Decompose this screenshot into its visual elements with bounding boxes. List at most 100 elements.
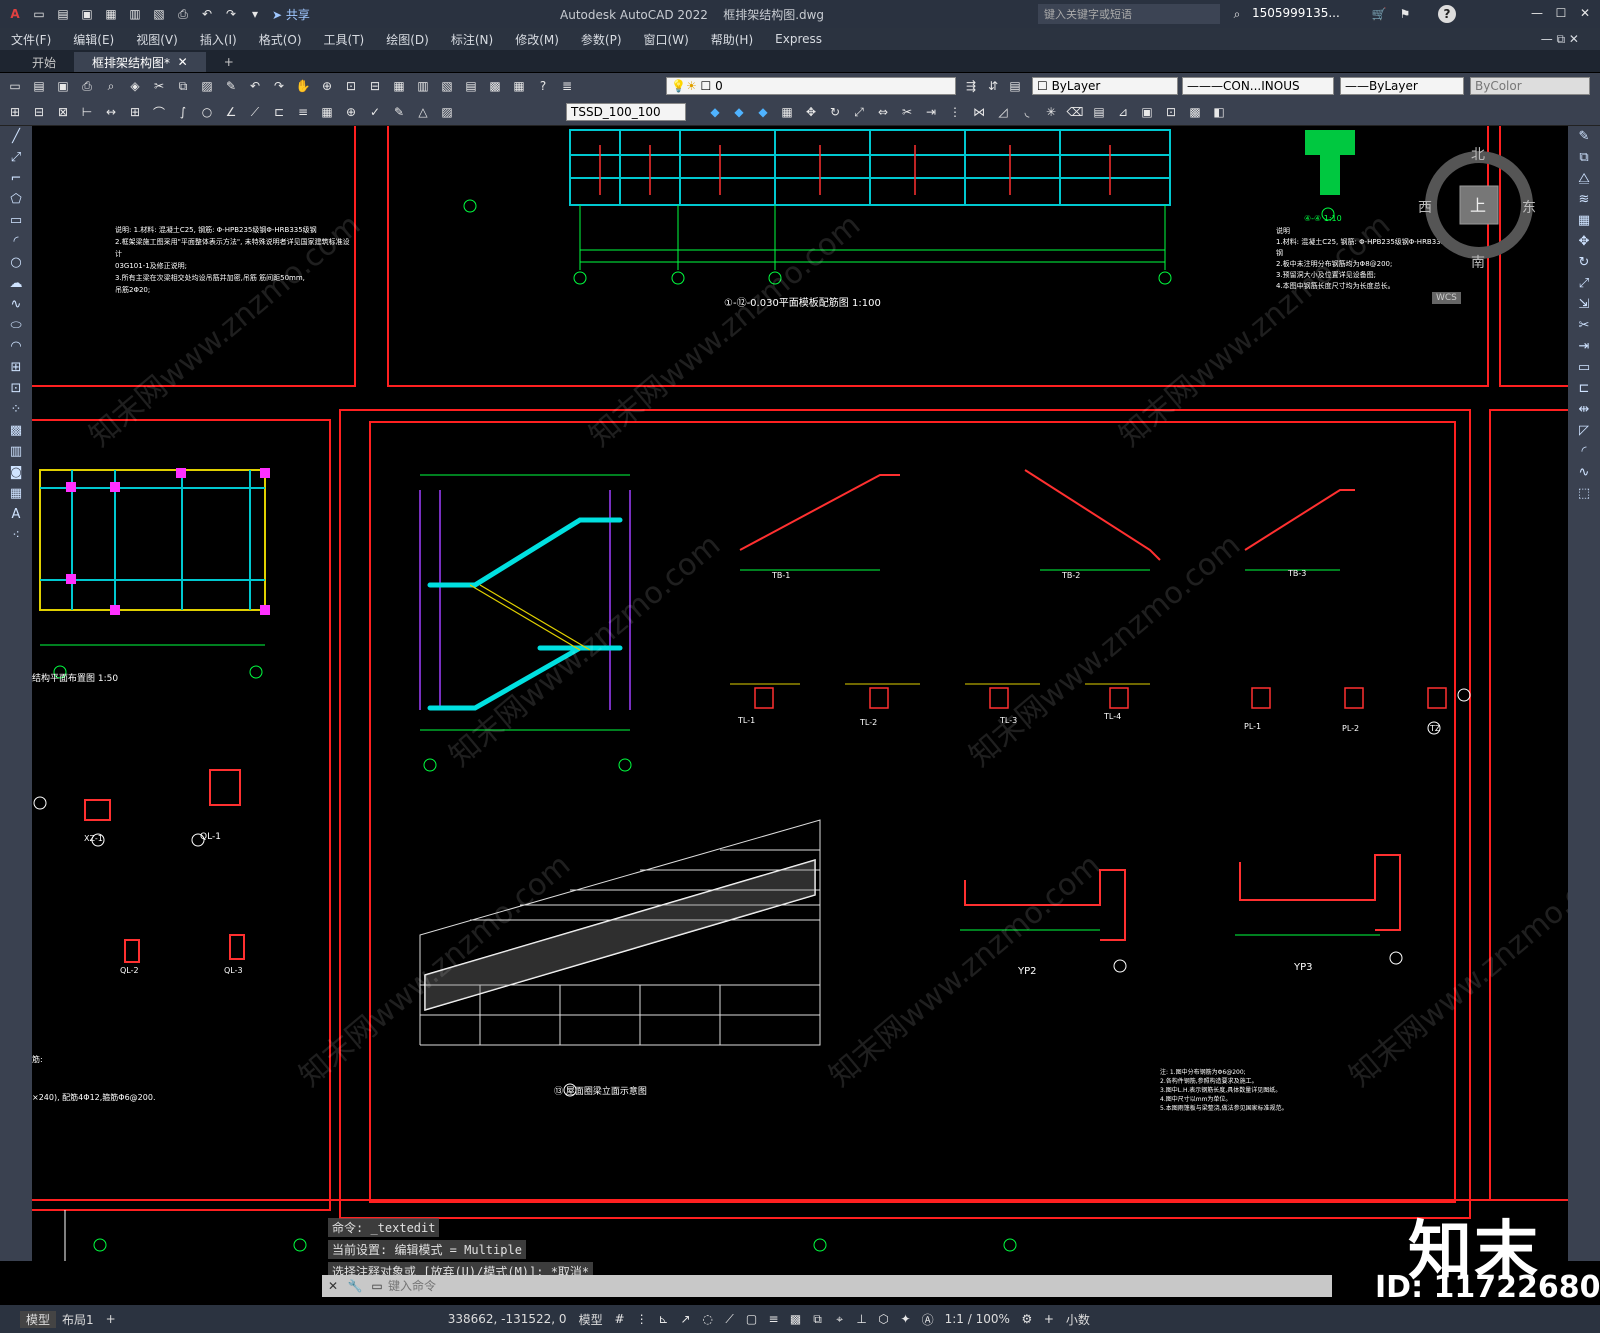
menu-express[interactable]: Express <box>764 32 833 46</box>
break-icon[interactable]: ⋮ <box>946 103 964 121</box>
open-file-icon[interactable]: ▤ <box>54 5 72 23</box>
revcloud-icon[interactable]: ☁ <box>0 273 32 294</box>
lineweight-icon[interactable]: ≡ <box>765 1310 783 1328</box>
explode-icon[interactable]: ⬚ <box>1568 483 1600 504</box>
save-icon[interactable]: ▣ <box>78 5 96 23</box>
undo-icon[interactable]: ↶ <box>198 5 216 23</box>
print-icon[interactable]: ⎙ <box>78 77 96 95</box>
trim-icon[interactable]: ✂ <box>898 103 916 121</box>
redo-icon[interactable]: ↷ <box>270 77 288 95</box>
dynamic-ucs-icon[interactable]: ⊥ <box>853 1310 871 1328</box>
polar-icon[interactable]: ↗ <box>677 1310 695 1328</box>
new-icon[interactable]: ▭ <box>6 77 24 95</box>
add-icon[interactable]: + <box>1040 1310 1058 1328</box>
snap-icon[interactable]: ⋮ <box>633 1310 651 1328</box>
customize-cmd-icon[interactable]: 🔧 <box>346 1277 364 1295</box>
plot-icon[interactable]: ⎙ <box>174 5 192 23</box>
layer-dropdown[interactable]: 💡☀ ☐ 0 <box>666 77 956 95</box>
mirror-icon[interactable]: ◆ <box>730 103 748 121</box>
hatch-icon[interactable]: ▩ <box>1186 103 1204 121</box>
hatch-icon[interactable]: ▩ <box>0 420 32 441</box>
layout-tab[interactable]: 布局1 <box>56 1311 100 1328</box>
spline-icon[interactable]: ∿ <box>0 294 32 315</box>
tssd-wall-icon[interactable]: ⊠ <box>54 103 72 121</box>
copy-icon[interactable]: ⧉ <box>174 77 192 95</box>
gradient-icon[interactable]: ▥ <box>0 441 32 462</box>
plotstyle-dropdown[interactable]: ByColor <box>1470 77 1590 95</box>
make-block-icon[interactable]: ⊡ <box>0 378 32 399</box>
lineweight-dropdown[interactable]: —— ByLayer <box>1340 77 1464 95</box>
tssd-rebar-icon[interactable]: ∫ <box>174 103 192 121</box>
layer-previous-icon[interactable]: ⇵ <box>984 77 1002 95</box>
arc-icon[interactable]: ◜ <box>0 231 32 252</box>
ellipse-icon[interactable]: ⬭ <box>0 315 32 336</box>
pan-icon[interactable]: ✋ <box>294 77 312 95</box>
tssd-level-icon[interactable]: △ <box>414 103 432 121</box>
wcs-menu[interactable]: WCS <box>1432 292 1461 304</box>
erase-icon[interactable]: ⌫ <box>1066 103 1084 121</box>
line-icon[interactable]: ╱ <box>0 126 32 147</box>
tssd-note-icon[interactable]: ▨ <box>438 103 456 121</box>
selection-cycling-icon[interactable]: ⧉ <box>809 1310 827 1328</box>
calc-icon[interactable]: ▦ <box>510 77 528 95</box>
model-space-toggle[interactable]: 模型 <box>573 1311 609 1328</box>
add-selected-icon[interactable]: ⁖ <box>0 525 32 546</box>
add-layout-icon[interactable]: + <box>100 1312 122 1326</box>
app-menu-button[interactable]: A <box>6 5 24 23</box>
model-tab[interactable]: 模型 <box>20 1310 57 1328</box>
move-icon[interactable]: ✥ <box>1568 231 1600 252</box>
menu-edit[interactable]: 编辑(E) <box>62 31 125 48</box>
menu-insert[interactable]: 插入(I) <box>189 31 248 48</box>
workspace-gear-icon[interactable]: ⚙ <box>1018 1310 1036 1328</box>
mtext-icon[interactable]: A <box>0 504 32 525</box>
annotation-visibility-icon[interactable]: Ⓐ <box>919 1310 937 1328</box>
array-icon[interactable]: ▦ <box>778 103 796 121</box>
extend-icon[interactable]: ⇥ <box>922 103 940 121</box>
annotation-scale[interactable]: 1:1 / 100% <box>939 1312 1016 1326</box>
copy-obj-icon[interactable]: ◆ <box>706 103 724 121</box>
object-track-icon[interactable]: ⟋ <box>721 1310 739 1328</box>
menu-view[interactable]: 视图(V) <box>125 31 189 48</box>
make-current-icon[interactable]: ⇶ <box>962 77 980 95</box>
fillet-icon[interactable]: ◟ <box>1018 103 1036 121</box>
tssd-beam-icon[interactable]: ⊞ <box>6 103 24 121</box>
break-at-point-icon[interactable]: ▭ <box>1568 357 1600 378</box>
polyline-icon[interactable]: ⌐ <box>0 168 32 189</box>
transparency-icon[interactable]: ▩ <box>787 1310 805 1328</box>
new-file-icon[interactable]: ▭ <box>30 5 48 23</box>
color-dropdown[interactable]: ☐ ByLayer <box>1032 77 1178 95</box>
maximize-icon[interactable]: ☐ <box>1552 4 1570 22</box>
polygon-icon[interactable]: ⬠ <box>0 189 32 210</box>
fillet-icon[interactable]: ◜ <box>1568 441 1600 462</box>
properties-icon[interactable]: ▤ <box>1090 103 1108 121</box>
tab-start[interactable]: 开始 <box>14 52 74 72</box>
close-cmd-icon[interactable]: ✕ <box>324 1277 342 1295</box>
redo-icon[interactable]: ↷ <box>222 5 240 23</box>
save-as-icon[interactable]: ▦ <box>102 5 120 23</box>
chamfer-icon[interactable]: ◸ <box>1568 420 1600 441</box>
help-icon[interactable]: ? <box>1438 5 1456 23</box>
join-icon[interactable]: ⇹ <box>1568 399 1600 420</box>
design-center-icon[interactable]: ▥ <box>414 77 432 95</box>
tssd-section-icon[interactable]: ⊏ <box>270 103 288 121</box>
move-icon[interactable]: ✥ <box>802 103 820 121</box>
tssd-edit-icon[interactable]: ✎ <box>390 103 408 121</box>
compass-east[interactable]: 东 <box>1522 197 1536 217</box>
save-web-icon[interactable]: ▧ <box>150 5 168 23</box>
circle-icon[interactable]: ○ <box>0 252 32 273</box>
preview-icon[interactable]: ⌕ <box>102 77 120 95</box>
rotate-icon[interactable]: ↻ <box>1568 252 1600 273</box>
viewcube-top-face[interactable]: 上 <box>1470 192 1486 216</box>
compass-north[interactable]: 北 <box>1471 144 1485 164</box>
osnap-icon[interactable]: ▢ <box>743 1310 761 1328</box>
tssd-column-icon[interactable]: ⊟ <box>30 103 48 121</box>
tssd-stair-icon[interactable]: ⟋ <box>246 103 264 121</box>
trim-icon[interactable]: ✂ <box>1568 315 1600 336</box>
ortho-icon[interactable]: ⊾ <box>655 1310 673 1328</box>
menu-format[interactable]: 格式(O) <box>248 31 313 48</box>
zoom-previous-icon[interactable]: ⊟ <box>366 77 384 95</box>
copy-icon[interactable]: ⧉ <box>1568 147 1600 168</box>
menu-tools[interactable]: 工具(T) <box>313 31 376 48</box>
tssd-axis-icon[interactable]: ⊢ <box>78 103 96 121</box>
point-icon[interactable]: ⁘ <box>0 399 32 420</box>
